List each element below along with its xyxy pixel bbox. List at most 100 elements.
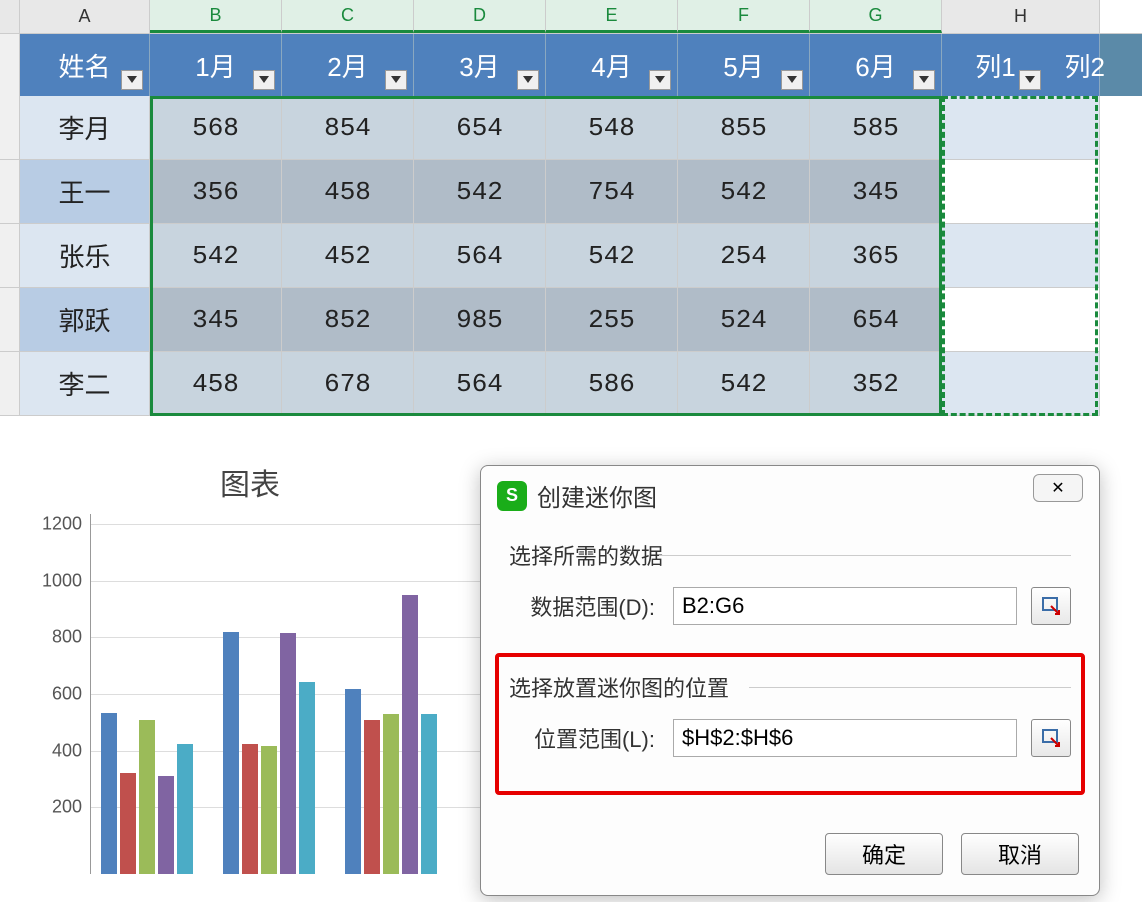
- cell-sparkline-target[interactable]: [942, 288, 1100, 352]
- col-G[interactable]: G: [810, 0, 942, 33]
- cell-name[interactable]: 王一: [20, 160, 150, 224]
- cell-value[interactable]: 255: [546, 288, 678, 352]
- col-D[interactable]: D: [414, 0, 546, 33]
- data-range-picker-button[interactable]: [1031, 587, 1071, 625]
- y-axis: 20040060080010001200: [20, 514, 90, 874]
- col-A[interactable]: A: [20, 0, 150, 33]
- header-m1[interactable]: 1月: [150, 34, 282, 96]
- filter-button[interactable]: [781, 70, 803, 90]
- cell-value[interactable]: 568: [150, 96, 282, 160]
- cell-value[interactable]: 542: [414, 160, 546, 224]
- bar: [177, 744, 193, 874]
- cell-value[interactable]: 452: [282, 224, 414, 288]
- header-m4-label: 4月: [591, 47, 631, 84]
- cell-value[interactable]: 585: [810, 96, 942, 160]
- header-m6-label: 6月: [855, 47, 895, 84]
- close-button[interactable]: ✕: [1033, 474, 1083, 502]
- cell-value[interactable]: 586: [546, 352, 678, 416]
- cell-value[interactable]: 542: [546, 224, 678, 288]
- bar: [139, 720, 155, 874]
- bar: [299, 682, 315, 874]
- cell-sparkline-target[interactable]: [942, 352, 1100, 416]
- bar: [223, 632, 239, 874]
- cell-value[interactable]: 985: [414, 288, 546, 352]
- filter-button[interactable]: [385, 70, 407, 90]
- cell-value[interactable]: 254: [678, 224, 810, 288]
- header-col1-label: 列1: [975, 47, 1015, 84]
- col-E[interactable]: E: [546, 0, 678, 33]
- ok-button[interactable]: 确定: [825, 833, 943, 875]
- cell-value[interactable]: 678: [282, 352, 414, 416]
- cell-name[interactable]: 张乐: [20, 224, 150, 288]
- table-row: 王一356458542754542345: [0, 160, 1142, 224]
- cell-value[interactable]: 564: [414, 224, 546, 288]
- cell-sparkline-target[interactable]: [942, 96, 1100, 160]
- cell-value[interactable]: 854: [282, 96, 414, 160]
- cell-value[interactable]: 852: [282, 288, 414, 352]
- cell-value[interactable]: 754: [546, 160, 678, 224]
- section-location-label: 选择放置迷你图的位置: [509, 671, 1071, 703]
- cell-value[interactable]: 564: [414, 352, 546, 416]
- header-col1[interactable]: 列1 列2: [942, 34, 1100, 96]
- header-m5[interactable]: 5月: [678, 34, 810, 96]
- bar: [280, 633, 296, 874]
- bar: [421, 714, 437, 874]
- cell-value[interactable]: 356: [150, 160, 282, 224]
- header-m2[interactable]: 2月: [282, 34, 414, 96]
- cell-value[interactable]: 345: [810, 160, 942, 224]
- column-headers: A B C D E F G H: [0, 0, 1142, 34]
- chart[interactable]: 图表 20040060080010001200: [20, 440, 480, 880]
- header-m6[interactable]: 6月: [810, 34, 942, 96]
- data-area: 李月568854654548855585王一356458542754542345…: [0, 96, 1142, 416]
- cell-value[interactable]: 365: [810, 224, 942, 288]
- header-m1-label: 1月: [195, 47, 235, 84]
- filter-button[interactable]: [517, 70, 539, 90]
- filter-button[interactable]: [121, 70, 143, 90]
- cell-sparkline-target[interactable]: [942, 160, 1100, 224]
- cell-sparkline-target[interactable]: [942, 224, 1100, 288]
- header-m4[interactable]: 4月: [546, 34, 678, 96]
- location-range-input[interactable]: [673, 719, 1017, 757]
- app-logo-icon: S: [497, 481, 527, 511]
- cell-name[interactable]: 郭跃: [20, 288, 150, 352]
- header-m2-label: 2月: [327, 47, 367, 84]
- filter-button[interactable]: [649, 70, 671, 90]
- cell-value[interactable]: 855: [678, 96, 810, 160]
- cell-value[interactable]: 542: [678, 352, 810, 416]
- cell-value[interactable]: 548: [546, 96, 678, 160]
- cell-value[interactable]: 458: [282, 160, 414, 224]
- cell-value[interactable]: 524: [678, 288, 810, 352]
- filter-button[interactable]: [1019, 70, 1041, 90]
- cancel-button[interactable]: 取消: [961, 833, 1079, 875]
- filter-button[interactable]: [913, 70, 935, 90]
- chart-title: 图表: [20, 440, 480, 514]
- table-row: 郭跃345852985255524654: [0, 288, 1142, 352]
- cell-value[interactable]: 654: [810, 288, 942, 352]
- cell-value[interactable]: 458: [150, 352, 282, 416]
- bar: [345, 689, 361, 874]
- cell-value[interactable]: 345: [150, 288, 282, 352]
- cell-name[interactable]: 李二: [20, 352, 150, 416]
- col-H[interactable]: H: [942, 0, 1100, 33]
- bar: [364, 720, 380, 874]
- bar: [120, 773, 136, 874]
- bar: [242, 744, 258, 874]
- location-range-label: 位置范围(L):: [509, 722, 659, 754]
- cell-value[interactable]: 542: [678, 160, 810, 224]
- cell-name[interactable]: 李月: [20, 96, 150, 160]
- header-m3[interactable]: 3月: [414, 34, 546, 96]
- create-sparkline-dialog: S 创建迷你图 ✕ 选择所需的数据 数据范围(D): 选择放置迷你图的位置 位置…: [480, 465, 1100, 896]
- col-B[interactable]: B: [150, 0, 282, 33]
- chart-plot: [90, 514, 480, 874]
- cell-value[interactable]: 542: [150, 224, 282, 288]
- location-range-picker-button[interactable]: [1031, 719, 1071, 757]
- filter-button[interactable]: [253, 70, 275, 90]
- col-F[interactable]: F: [678, 0, 810, 33]
- data-range-input[interactable]: [673, 587, 1017, 625]
- bar-group: [345, 595, 437, 874]
- table-row: 李月568854654548855585: [0, 96, 1142, 160]
- cell-value[interactable]: 352: [810, 352, 942, 416]
- header-name[interactable]: 姓名: [20, 34, 150, 96]
- cell-value[interactable]: 654: [414, 96, 546, 160]
- col-C[interactable]: C: [282, 0, 414, 33]
